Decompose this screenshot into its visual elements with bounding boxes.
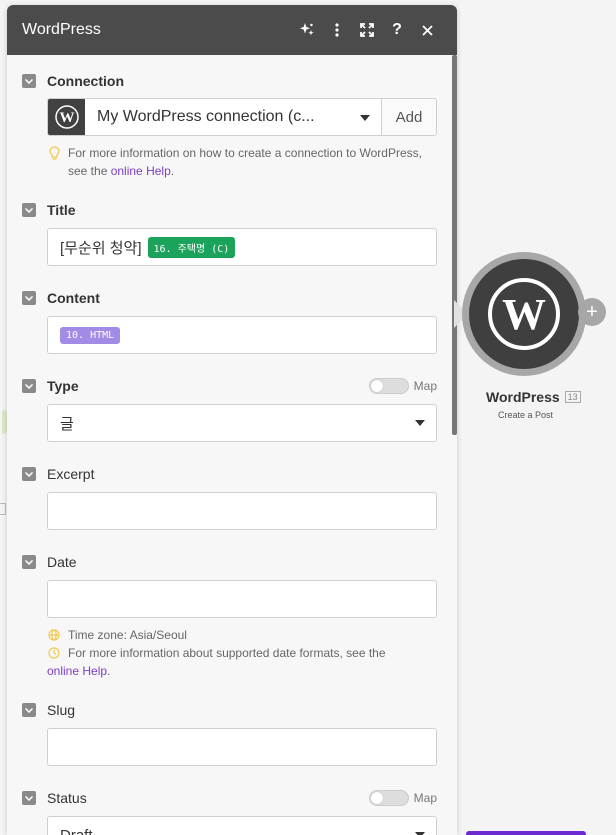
chevron-down-icon[interactable] xyxy=(360,115,370,121)
chevron-down-icon[interactable] xyxy=(415,420,425,426)
node-title: WordPress 13 xyxy=(486,389,581,405)
title-field: Title [무순위 청약] 16. 주택명 (C) xyxy=(22,199,437,266)
title-input[interactable]: [무순위 청약] 16. 주택명 (C) xyxy=(47,228,437,266)
canvas-bottom-button-edge xyxy=(466,831,586,835)
collapse-toggle-icon[interactable] xyxy=(22,74,36,88)
timezone-hint: Time zone: Asia/Seoul xyxy=(47,626,437,644)
type-select[interactable]: 글 xyxy=(47,404,437,442)
type-label: Type xyxy=(47,378,79,394)
connection-label: Connection xyxy=(47,73,124,89)
wordpress-module-node[interactable]: W + WordPress 13 Create a Post xyxy=(454,250,610,430)
date-format-hint-end: . xyxy=(107,664,111,678)
date-label: Date xyxy=(47,554,77,570)
collapse-toggle-icon[interactable] xyxy=(22,555,36,569)
date-format-hint-link-row: online Help. xyxy=(47,662,437,680)
close-icon[interactable] xyxy=(412,15,442,45)
add-connection-button[interactable]: Add xyxy=(382,99,436,135)
slug-field: Slug xyxy=(22,699,437,766)
map-label: Map xyxy=(413,791,437,805)
node-ring[interactable]: W xyxy=(462,252,586,376)
collapse-toggle-icon[interactable] xyxy=(22,379,36,393)
canvas-fragment xyxy=(0,503,6,515)
panel-header: WordPress ? xyxy=(7,5,457,55)
collapse-toggle-icon[interactable] xyxy=(22,791,36,805)
map-toggle[interactable]: Map xyxy=(368,790,437,806)
excerpt-label: Excerpt xyxy=(47,466,95,482)
clock-icon xyxy=(48,646,60,664)
content-label: Content xyxy=(47,290,100,306)
excerpt-input[interactable] xyxy=(47,492,437,530)
panel-scrollbar[interactable] xyxy=(452,55,457,435)
collapse-toggle-icon[interactable] xyxy=(22,203,36,217)
connection-hint-end: . xyxy=(170,164,175,178)
collapse-toggle-icon[interactable] xyxy=(22,467,36,481)
node-name-text: WordPress xyxy=(486,389,560,405)
panel-title: WordPress xyxy=(22,21,101,38)
svg-text:W: W xyxy=(59,110,74,126)
online-help-link[interactable]: online Help xyxy=(47,664,107,678)
help-icon[interactable]: ? xyxy=(382,15,412,45)
connection-value[interactable]: My WordPress connection (c... xyxy=(85,99,382,135)
svg-text:W: W xyxy=(502,290,546,339)
type-value: 글 xyxy=(60,415,74,433)
date-field: Date Time zone: Asia/Seoul For more info… xyxy=(22,551,437,680)
timezone-hint-text: Time zone: Asia/Seoul xyxy=(68,628,187,642)
connection-select[interactable]: W My WordPress connection (c... Add xyxy=(47,98,437,136)
status-label: Status xyxy=(47,790,87,806)
title-label: Title xyxy=(47,202,76,218)
map-toggle[interactable]: Map xyxy=(368,378,437,394)
mapped-variable-pill[interactable]: 10. HTML xyxy=(60,326,121,344)
wordpress-logo-icon: W xyxy=(48,99,85,135)
map-label: Map xyxy=(413,379,437,393)
connection-value-text: My WordPress connection (c... xyxy=(97,108,315,125)
wordpress-logo-icon: W xyxy=(488,278,560,350)
node-circle[interactable]: W xyxy=(469,259,579,369)
status-field: Status Map Draft xyxy=(22,787,437,835)
node-subtitle: Create a Post xyxy=(498,410,554,420)
node-id-badge: 13 xyxy=(564,391,581,403)
map-switch[interactable] xyxy=(368,378,409,394)
collapse-toggle-icon[interactable] xyxy=(22,291,36,305)
mapped-variable-pill[interactable]: 16. 주택명 (C) xyxy=(147,236,236,258)
excerpt-field: Excerpt xyxy=(22,463,437,530)
expand-icon[interactable] xyxy=(352,15,382,45)
more-options-icon[interactable] xyxy=(322,15,352,45)
slug-input[interactable] xyxy=(47,728,437,766)
connection-hint: For more information on how to create a … xyxy=(47,144,437,180)
title-text: [무순위 청약] xyxy=(60,239,142,257)
slug-label: Slug xyxy=(47,702,76,718)
connection-field: Connection W My WordPress connection (c.… xyxy=(22,70,437,180)
type-field: Type Map 글 xyxy=(22,375,437,442)
date-format-hint-text: For more information about supported dat… xyxy=(68,646,386,660)
status-select[interactable]: Draft xyxy=(47,816,437,835)
lightbulb-icon xyxy=(49,146,60,165)
collapse-toggle-icon[interactable] xyxy=(22,703,36,717)
status-value: Draft xyxy=(60,826,93,835)
map-switch[interactable] xyxy=(368,790,409,806)
ai-sparkle-icon[interactable] xyxy=(292,15,322,45)
date-format-hint: For more information about supported dat… xyxy=(47,644,437,662)
date-input[interactable] xyxy=(47,580,437,618)
content-field: Content 10. HTML xyxy=(22,287,437,354)
online-help-link[interactable]: online Help xyxy=(111,164,171,178)
module-settings-panel: WordPress ? Connection W My WordPress co… xyxy=(7,5,457,835)
add-module-plus-icon[interactable]: + xyxy=(578,298,606,326)
content-input[interactable]: 10. HTML xyxy=(47,316,437,354)
